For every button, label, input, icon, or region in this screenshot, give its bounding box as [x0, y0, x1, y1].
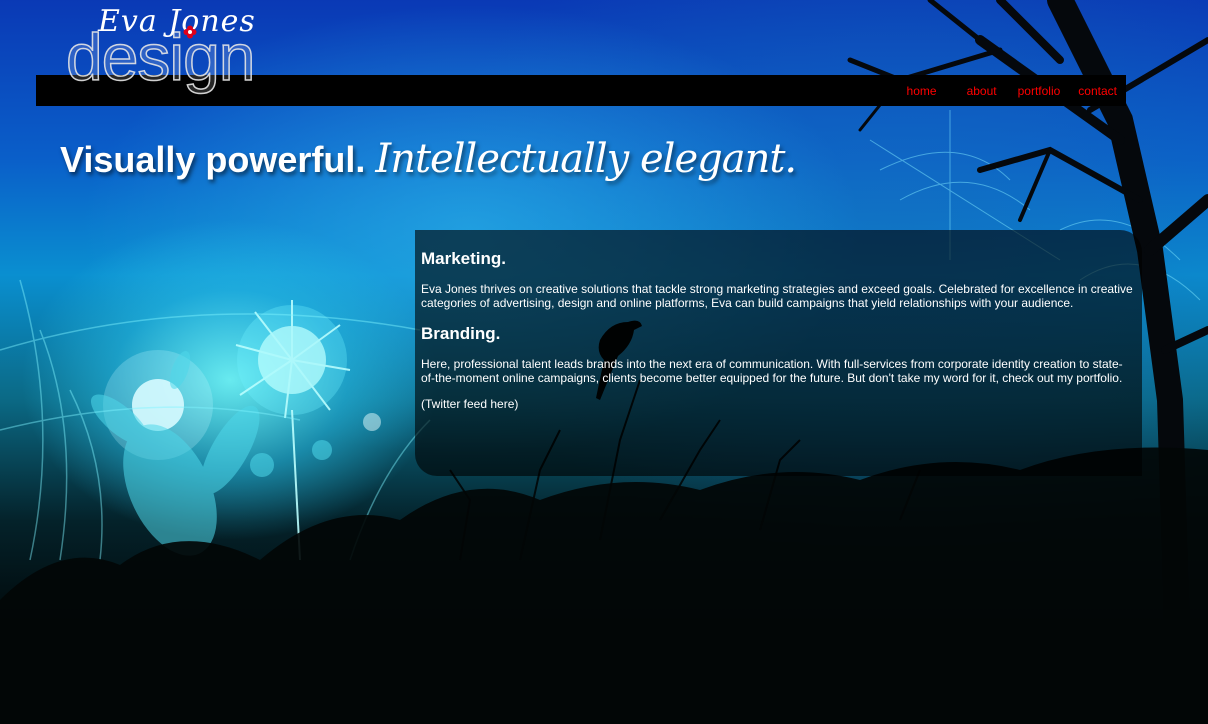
nav-contact-link[interactable]: contact [1078, 84, 1117, 98]
flower-icon [183, 25, 197, 39]
marketing-heading: Marketing. [421, 249, 507, 268]
hero-tagline: Visually powerful. Intellectually elegant… [60, 136, 797, 206]
branding-heading: Branding. [421, 324, 501, 343]
main-nav: home about portfolio contact [907, 75, 1117, 106]
nav-home-link[interactable]: home [907, 84, 937, 98]
branding-text: Here, professional talent leads brands i… [421, 357, 1123, 385]
nav-portfolio-link[interactable]: portfolio [1018, 84, 1061, 98]
logo-script-name: Eva Jones [98, 4, 256, 39]
content-panel: Marketing. Eva Jones thrives on creative… [415, 230, 1142, 476]
page: home about portfolio contact design Eva … [0, 0, 1208, 724]
nav-about-link[interactable]: about [967, 84, 997, 98]
tagline-script: Intellectually elegant. [375, 136, 797, 182]
tagline-bold: Visually powerful. [60, 139, 366, 180]
site-logo[interactable]: design Eva Jones [64, 0, 284, 98]
twitter-feed-placeholder: (Twitter feed here) [421, 397, 519, 411]
marketing-text: Eva Jones thrives on creative solutions … [421, 282, 1133, 310]
